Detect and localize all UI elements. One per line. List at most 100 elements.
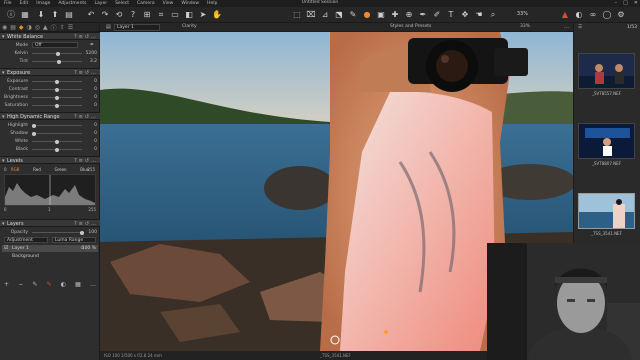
slider-value[interactable]: 0	[94, 87, 97, 92]
glasses-icon[interactable]: ∞	[588, 10, 598, 20]
output-tab-icon[interactable]: ⇧	[60, 24, 65, 31]
browse-icon[interactable]: ▦	[20, 10, 30, 20]
exposure-header[interactable]: ▾ Exposure ?≡↺…	[0, 68, 100, 76]
eraser-icon[interactable]: ●	[362, 10, 372, 20]
gradient-icon[interactable]: ▣	[376, 10, 386, 20]
opacity-track[interactable]	[32, 232, 82, 233]
menu-edit[interactable]: Edit	[16, 1, 33, 6]
crop-icon[interactable]: ⌗	[156, 10, 166, 20]
levels-tab-red[interactable]: Red	[33, 167, 41, 173]
section-tools-icon[interactable]: ?≡↺…	[74, 70, 98, 76]
layer-menu-icon[interactable]: …	[90, 281, 96, 289]
slider-knob[interactable]	[55, 87, 59, 92]
menu-image[interactable]: Image	[32, 1, 54, 6]
menu-adjustments[interactable]: Adjustments	[54, 1, 90, 6]
slider-value[interactable]: 0	[94, 79, 97, 84]
reset-icon[interactable]: ⟲	[114, 10, 124, 20]
grid-icon[interactable]: ⊞	[142, 10, 152, 20]
import-icon[interactable]: ⬇	[36, 10, 46, 20]
clipping-warning-icon[interactable]: ▲	[560, 10, 570, 20]
layer-row-1[interactable]: ☑ Layer 1 ⊙ 100 %	[2, 245, 98, 252]
mask-select[interactable]: Luma Range	[52, 237, 96, 243]
heal-icon[interactable]: ✚	[390, 10, 400, 20]
levels-tab-rgb[interactable]: RGB	[11, 167, 20, 173]
slider-value[interactable]: 0	[94, 95, 97, 100]
slider-track[interactable]	[32, 133, 82, 134]
slider-knob[interactable]	[55, 147, 59, 152]
hdr-header[interactable]: ▾ High Dynamic Range ?≡↺…	[0, 112, 100, 120]
zoom-level[interactable]: 33%	[517, 11, 528, 17]
levels-mid[interactable]: 1	[48, 207, 51, 212]
delete-layer-icon[interactable]: −	[18, 281, 23, 289]
close-icon[interactable]: ✕	[634, 0, 638, 6]
redo-icon[interactable]: ↷	[100, 10, 110, 20]
slider-knob[interactable]	[55, 139, 59, 144]
crop-tool-icon[interactable]: ⌧	[306, 10, 316, 20]
pan-icon[interactable]: ✋	[212, 10, 222, 20]
layers-header[interactable]: ▾ Layers ?≡↺…	[0, 219, 100, 227]
color-tab-icon[interactable]: ◆	[19, 24, 24, 31]
lens-tab-icon[interactable]: ◎	[35, 24, 40, 31]
slider-value[interactable]: 0	[94, 123, 97, 128]
zoom-tool-icon[interactable]: ⌕	[488, 10, 498, 20]
menu-view[interactable]: View	[159, 1, 178, 6]
thumbnail-1[interactable]	[578, 53, 635, 89]
opacity-value[interactable]: 100	[88, 230, 97, 235]
slider-knob[interactable]	[55, 79, 59, 84]
library-tab-icon[interactable]: ▤	[10, 24, 16, 31]
kelvin-slider[interactable]	[56, 51, 60, 56]
levels-header[interactable]: ▾ Levels ?≡↺…	[0, 156, 100, 164]
mask-brush-icon[interactable]: ✎	[348, 10, 358, 20]
annotate-icon[interactable]: ✐	[432, 10, 442, 20]
tint-slider[interactable]	[57, 59, 61, 64]
checkbox-icon[interactable]: ☑	[4, 245, 8, 252]
slider-value[interactable]: 0	[94, 147, 97, 152]
thumbnail-2[interactable]	[578, 123, 635, 159]
menu-select[interactable]: Select	[111, 1, 133, 6]
slider-knob[interactable]	[32, 131, 36, 136]
move-icon[interactable]: ✥	[460, 10, 470, 20]
keystone-icon[interactable]: ⬔	[334, 10, 344, 20]
exposure-warning-icon[interactable]: ◐	[574, 10, 584, 20]
text-icon[interactable]: T	[446, 10, 456, 20]
export-icon[interactable]: ⬆	[50, 10, 60, 20]
cursor-icon[interactable]: ➤	[198, 10, 208, 20]
sort-icon[interactable]: ☰	[578, 25, 582, 30]
help-icon[interactable]: ?	[128, 10, 138, 20]
brush-icon[interactable]: ✎	[32, 281, 37, 289]
exposure-tab-icon[interactable]: ◑	[27, 24, 32, 31]
tint-value[interactable]: 3.2	[90, 59, 97, 64]
menu-window[interactable]: Window	[177, 1, 203, 6]
menu-file[interactable]: File	[0, 1, 16, 6]
details-tab-icon[interactable]: ▲	[43, 24, 48, 31]
erase-icon[interactable]: ✎	[47, 281, 52, 289]
section-tools-icon[interactable]: ?≡↺…	[74, 114, 98, 120]
slider-value[interactable]: 0	[94, 139, 97, 144]
slider-value[interactable]: 0	[94, 131, 97, 136]
info-icon[interactable]: ⓘ	[6, 10, 16, 20]
clone-icon[interactable]: ⊕	[404, 10, 414, 20]
camera-tab-icon[interactable]: ◉	[2, 24, 7, 31]
slider-track[interactable]	[32, 125, 82, 126]
styles-presets-button[interactable]: Styles and Presets	[390, 24, 431, 29]
menu-help[interactable]: Help	[203, 1, 221, 6]
levels-tab-green[interactable]: Green	[54, 167, 66, 173]
layer-select[interactable]: Layer 1	[114, 24, 160, 31]
settings-icon[interactable]: ⚙	[616, 10, 626, 20]
layer-row-background[interactable]: Background	[2, 253, 98, 260]
undo-icon[interactable]: ↶	[86, 10, 96, 20]
levels-tab-blue[interactable]: Blue	[80, 167, 89, 173]
proof-icon[interactable]: ◯	[602, 10, 612, 20]
more-icon[interactable]: …	[564, 24, 569, 30]
adjustment-select[interactable]: Adjustment	[4, 237, 48, 243]
kelvin-value[interactable]: 5200	[86, 51, 97, 56]
slider-knob[interactable]	[55, 103, 59, 108]
compare-icon[interactable]: ◧	[184, 10, 194, 20]
section-tools-icon[interactable]: ?≡↺…	[74, 221, 98, 227]
menu-layer[interactable]: Layer	[91, 1, 112, 6]
levels-histogram[interactable]	[4, 174, 96, 206]
maximize-icon[interactable]: □	[623, 0, 628, 6]
wb-mode-select[interactable]: Off	[32, 42, 78, 48]
minimize-icon[interactable]: –	[615, 0, 618, 6]
meta-tab-icon[interactable]: ⓘ	[51, 23, 57, 32]
